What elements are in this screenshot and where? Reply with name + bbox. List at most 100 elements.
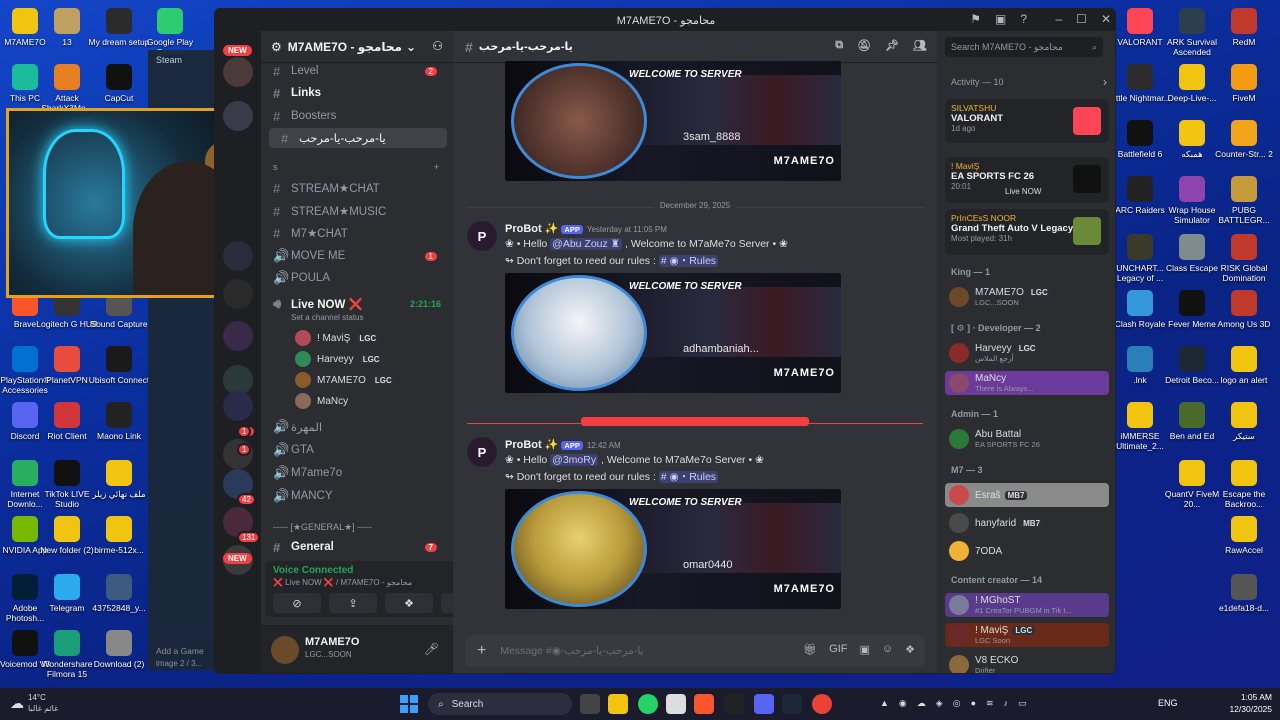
activities-button[interactable]: ❖	[385, 593, 433, 613]
channel-mention[interactable]: # ◉・Rules	[658, 471, 719, 483]
category-header[interactable]: s +	[261, 157, 453, 177]
channel-item[interactable]: 🔊 M7ame7o	[261, 463, 453, 483]
whatsapp-icon[interactable]	[638, 694, 658, 714]
desktop-icon[interactable]: PUBG BATTLEGR...	[1212, 176, 1276, 225]
server-header[interactable]: ⚙ M7AME7O - محامجو ⌄ ⚇	[261, 31, 453, 63]
emoji-icon[interactable]: ☺	[882, 643, 893, 656]
threads-icon[interactable]: ⧉	[835, 39, 843, 52]
search-input[interactable]: Search M7AME7O - محامجو ⌕	[945, 37, 1103, 57]
screenshare-button[interactable]: ⇪	[329, 593, 377, 613]
channel-item[interactable]: 🔊 GTA	[261, 440, 453, 460]
message-input[interactable]: + Message #◉-يا-مرحب-يا-مرحب 🎁︎ GIF ▣ ☺ ❖	[465, 635, 925, 667]
members-icon[interactable]: 👥︎	[913, 39, 927, 52]
gift-icon[interactable]: 🎁︎	[803, 643, 817, 656]
maximize-button[interactable]: ☐	[1076, 12, 1087, 26]
desktop-icon[interactable]: FiveM	[1212, 64, 1276, 103]
chevron-right-icon[interactable]: ›	[1103, 75, 1107, 89]
nvidia-icon[interactable]: ▲	[880, 698, 889, 709]
welcome-card[interactable]: WELCOME TO SERVER 3sam_8888 M7AME7O	[505, 61, 841, 181]
desktop-icon[interactable]: Ubisoft Connect	[87, 346, 151, 385]
battery-icon[interactable]: ▭	[1018, 698, 1027, 709]
minimize-button[interactable]: –	[1055, 12, 1062, 26]
cloud-icon[interactable]: ☁	[917, 698, 926, 709]
taskview-icon[interactable]	[580, 694, 600, 714]
language-indicator[interactable]: ENG	[1158, 698, 1178, 708]
close-button[interactable]: ✕	[1101, 12, 1111, 26]
desktop-icon[interactable]: ملف نهائي زيلر	[87, 460, 151, 499]
shield-icon[interactable]: ◈	[936, 698, 943, 709]
steam-icon[interactable]	[782, 694, 802, 714]
member-item[interactable]: Harveyy LGC أرجع الملاس	[945, 341, 1109, 365]
activity-card[interactable]: SILVATSHU VALORANT 1d ago	[945, 99, 1109, 143]
activity-card[interactable]: ! MaviŞ EA SPORTS FC 26 20:01 Live NOW	[945, 157, 1109, 203]
desktop-icon[interactable]: 43752848_y...	[87, 574, 151, 613]
channel-status[interactable]: Set a channel status	[291, 313, 364, 322]
member-item[interactable]: 7ODA	[945, 539, 1109, 563]
server-icon[interactable]	[223, 101, 253, 131]
member-item[interactable]: ! MGhoST #1 CreaTor PUBGM in Tik t...	[945, 593, 1109, 617]
desktop-icon[interactable]: logo an alert	[1212, 346, 1276, 385]
category-header[interactable]: ----- [★GENERAL★] -----	[261, 517, 453, 537]
server-icon[interactable]	[223, 241, 253, 271]
server-icon[interactable]	[223, 57, 253, 87]
member-item[interactable]: Abu Battal EA SPORTS FC 26	[945, 427, 1109, 451]
member-item[interactable]: MaNcy There is Always...	[945, 371, 1109, 395]
add-channel-icon[interactable]: +	[434, 162, 439, 172]
start-button[interactable]	[400, 695, 418, 713]
member-item[interactable]: V8 ECKO Drifter	[945, 653, 1109, 673]
channel-item[interactable]: # يا-مرحب-يا-مرحب	[269, 128, 447, 148]
server-icon[interactable]	[223, 279, 253, 309]
notifications-icon[interactable]: 🔕︎	[857, 39, 871, 52]
desktop-icon[interactable]: Maono Link	[87, 402, 151, 441]
brave-icon[interactable]	[694, 694, 714, 714]
welcome-card[interactable]: WELCOME TO SERVER omar0440 M7AME7O	[505, 489, 841, 609]
channel-item[interactable]: # Links	[261, 83, 453, 103]
sticker-icon[interactable]: ▣	[859, 643, 869, 656]
pin-icon[interactable]: 📌︎	[885, 39, 899, 52]
welcome-card[interactable]: WELCOME TO SERVER adhambaniah... M7AME7O	[505, 273, 841, 393]
activity-card[interactable]: PrInCEsS NOOR Grand Theft Auto V Legacy Mo…	[945, 209, 1109, 255]
message-author[interactable]: ProBot ✨	[505, 223, 558, 235]
channel-item[interactable]: # M7★CHAT	[261, 223, 453, 243]
server-icon[interactable]	[223, 391, 253, 421]
channel-item[interactable]: 🔊 MANCY	[261, 486, 453, 506]
channel-item[interactable]: # STREAM★MUSIC	[261, 201, 453, 221]
clock-date[interactable]: 12/30/2025	[1229, 703, 1272, 715]
inbox-icon[interactable]: ⚑	[970, 12, 981, 26]
voice-user[interactable]: Harveyy LGC	[295, 350, 383, 368]
avatar[interactable]	[271, 636, 299, 664]
help-icon[interactable]: ?	[1020, 12, 1027, 26]
add-member-icon[interactable]: ⚇	[432, 39, 443, 53]
voice-user[interactable]: M7AME7O LGC	[295, 371, 395, 389]
channel-item[interactable]: # Boosters	[261, 106, 453, 126]
screen-icon[interactable]: ▣	[995, 12, 1006, 26]
chrome-icon[interactable]	[812, 694, 832, 714]
wifi-icon[interactable]: ≋	[986, 698, 994, 709]
desktop-icon[interactable]: RISK Global Domination	[1212, 234, 1276, 283]
server-icon[interactable]	[223, 321, 253, 351]
volume-icon[interactable]: ♪	[1004, 698, 1009, 709]
desktop-icon[interactable]: e1defa18-d...	[1212, 574, 1276, 613]
user-mention[interactable]: @Abu Zouz ♜	[550, 238, 623, 250]
taskbar-search[interactable]: ⌕ Search	[428, 693, 572, 715]
desktop-icon[interactable]: birme-512x...	[87, 516, 151, 555]
plus-icon[interactable]: +	[477, 642, 486, 660]
channel-item[interactable]: 🔊 MOVE ME 1	[261, 246, 453, 266]
voice-channel-label[interactable]: ❌ Live NOW ❌ / M7AME7O - محامجو	[273, 578, 412, 587]
notepad-icon[interactable]	[666, 694, 686, 714]
desktop-icon[interactable]: Counter-Str... 2	[1212, 120, 1276, 159]
channel-mention[interactable]: # ◉・Rules	[658, 255, 719, 267]
voice-channel[interactable]: 🔊︎ Live NOW ❌ 2:21:16	[261, 294, 453, 314]
weather-icon[interactable]: ☁	[10, 695, 24, 712]
probot-avatar[interactable]: P	[467, 221, 497, 251]
channel-item[interactable]: 🔊 المهرة	[261, 417, 453, 437]
voice-user[interactable]: MaNcy	[295, 392, 348, 410]
desktop-icon[interactable]: Among Us 3D	[1212, 290, 1276, 329]
whatsapp-tray-icon[interactable]: ◉	[899, 698, 907, 709]
probot-avatar[interactable]: P	[467, 437, 497, 467]
steam-add-game[interactable]: Add a Game	[156, 646, 204, 656]
member-item[interactable]: ! MaviŞ LGC LGC Soon	[945, 623, 1109, 647]
camera-button[interactable]: ⊘	[273, 593, 321, 613]
discord-icon[interactable]	[754, 694, 774, 714]
desktop-icon[interactable]: Download (2)	[87, 630, 151, 669]
